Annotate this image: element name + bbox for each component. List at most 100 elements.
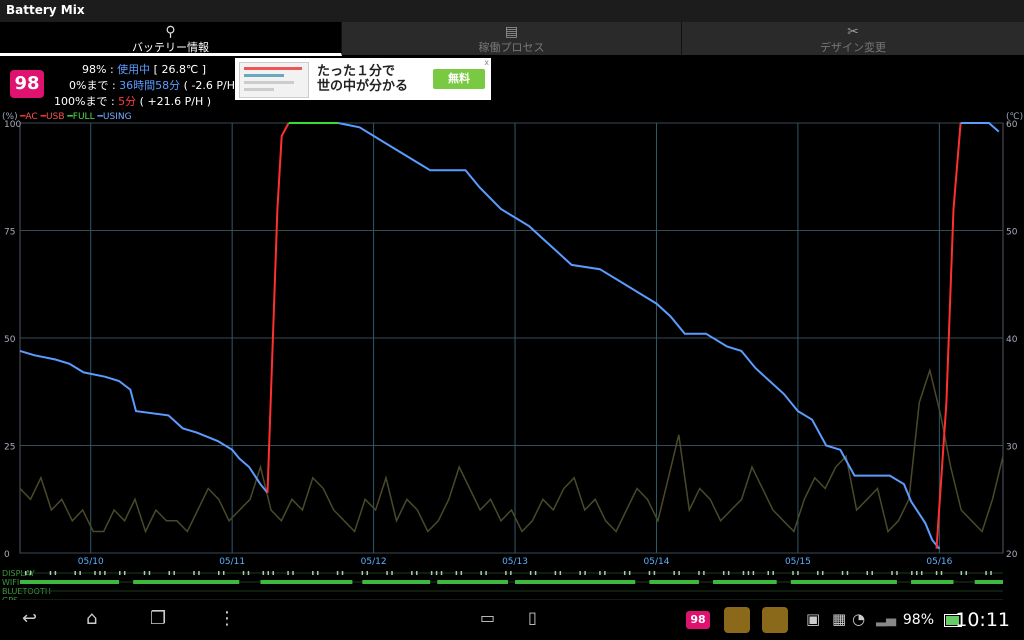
display-activity-mark xyxy=(104,571,106,575)
window-icon[interactable]: ▭ xyxy=(480,608,495,627)
wifi-activity-bar xyxy=(515,580,636,584)
ad-close-icon[interactable]: x xyxy=(484,58,489,67)
signal-icon: ▂▄ xyxy=(876,612,896,627)
x-tick-label: 05/13 xyxy=(502,557,528,567)
wifi-icon: ◔ xyxy=(852,610,866,628)
ad-text: たった１分で 世の中が分かる xyxy=(317,64,408,94)
display-activity-mark xyxy=(920,571,923,575)
display-activity-mark xyxy=(411,571,413,575)
level-percent: 98% : xyxy=(82,63,114,76)
ad-line-1: たった１分で xyxy=(317,64,396,79)
display-activity-mark xyxy=(119,571,121,575)
display-activity-mark xyxy=(341,571,344,575)
wifi-activity-bar xyxy=(20,580,120,584)
battery-status: 98% : 使用中 [ 26.8℃ ] 0%まで : 36時間58分 ( -2.… xyxy=(54,62,243,110)
display-activity-mark xyxy=(123,571,126,575)
phone-icon[interactable]: ▯ xyxy=(528,608,537,627)
ad-free-button[interactable]: 無料 xyxy=(433,69,485,89)
app-notification-icon[interactable] xyxy=(762,607,788,633)
display-activity-mark xyxy=(673,571,675,575)
display-activity-mark xyxy=(767,571,770,575)
y-tick-label-left: 25 xyxy=(4,443,15,453)
display-activity-mark xyxy=(727,571,730,575)
display-activity-mark xyxy=(871,571,873,575)
temperature-line xyxy=(19,367,1004,534)
battery-percent: 98% xyxy=(902,612,934,628)
y-tick-label-left: 0 xyxy=(4,550,10,560)
x-tick-label: 05/12 xyxy=(361,557,387,567)
display-activity-mark xyxy=(287,571,289,575)
display-activity-mark xyxy=(529,571,532,575)
tab-design[interactable]: ✂ デザイン変更 xyxy=(682,22,1024,55)
to-empty-rate: ( -2.6 P/H ) xyxy=(183,79,243,92)
display-activity-mark xyxy=(846,571,849,575)
display-activity-mark xyxy=(435,571,438,575)
display-activity-mark xyxy=(485,571,487,575)
charge-state: 使用中 xyxy=(117,63,151,76)
ad-line-2: 世の中が分かる xyxy=(317,79,409,94)
display-activity-mark xyxy=(797,571,799,575)
display-activity-mark xyxy=(361,571,364,575)
y-tick-label-right: 30 xyxy=(1006,443,1018,453)
wifi-activity-bar xyxy=(974,580,1003,584)
wifi-activity-bar xyxy=(362,580,431,584)
display-activity-mark xyxy=(391,571,393,575)
to-full-time: 5分 xyxy=(118,95,137,108)
display-activity-mark xyxy=(143,571,146,575)
tab-bar: ⚲ バッテリー情報 ▤ 稼働プロセス ✂ デザイン変更 xyxy=(0,22,1024,56)
menu-dots-icon[interactable]: ⋮ xyxy=(218,608,236,629)
ad-banner[interactable]: たった１分で 世の中が分かる 無料 x xyxy=(235,58,491,100)
app-notification-icon[interactable] xyxy=(724,607,750,633)
display-activity-mark xyxy=(722,571,725,575)
to-full-rate: ( +21.6 P/H ) xyxy=(139,95,212,108)
location-pin-icon: ⚲ xyxy=(165,24,176,40)
activity-row-label: WIFI xyxy=(2,578,19,587)
title-bar: Battery Mix xyxy=(0,0,1024,23)
y-tick-label-right: 20 xyxy=(1006,550,1018,560)
display-activity-mark xyxy=(916,571,918,575)
display-activity-mark xyxy=(440,571,443,575)
battery-temperature: [ 26.8℃ ] xyxy=(153,63,207,76)
display-activity-mark xyxy=(460,571,463,575)
display-activity-mark xyxy=(505,571,507,575)
display-activity-mark xyxy=(480,571,482,575)
y-tick-label-right: 60 xyxy=(1006,120,1018,130)
display-activity-mark xyxy=(960,571,963,575)
tab-battery-info[interactable]: ⚲ バッテリー情報 xyxy=(0,22,342,56)
display-activity-mark xyxy=(911,571,913,575)
display-activity-mark xyxy=(891,571,893,575)
battery-notification-badge[interactable]: 98 xyxy=(686,611,710,629)
display-activity-mark xyxy=(623,571,626,575)
battery-history-chart: 100 60 75 50 50 40 25 30 0 20 05/10 05/11 05/12 05/13… xyxy=(2,120,1018,600)
display-activity-mark xyxy=(584,571,586,575)
battery-level-badge: 98 xyxy=(10,70,44,98)
series-line-ac xyxy=(266,122,290,493)
wifi-activity-bar xyxy=(649,580,699,584)
y-tick-label-left: 75 xyxy=(4,228,15,238)
display-activity-mark xyxy=(554,571,557,575)
display-activity-mark xyxy=(242,571,245,575)
tab-label: バッテリー情報 xyxy=(132,41,209,54)
sim-icon: ▦ xyxy=(832,610,847,628)
display-activity-mark xyxy=(772,571,774,575)
y-tick-label-right: 50 xyxy=(1006,228,1018,238)
display-activity-mark xyxy=(168,571,171,575)
series-line-ac xyxy=(935,122,962,549)
display-activity-mark xyxy=(386,571,388,575)
tab-processes[interactable]: ▤ 稼働プロセス xyxy=(342,22,682,55)
home-icon[interactable]: ⌂ xyxy=(86,608,97,629)
x-tick-label: 05/14 xyxy=(644,557,670,567)
display-activity-mark xyxy=(742,571,745,575)
display-activity-mark xyxy=(510,571,512,575)
display-activity-mark xyxy=(747,571,750,575)
document-icon: ▤ xyxy=(504,24,519,40)
display-activity-mark xyxy=(416,571,418,575)
display-activity-mark xyxy=(579,571,581,575)
display-activity-mark xyxy=(792,571,794,575)
display-activity-mark xyxy=(267,571,270,575)
back-icon[interactable]: ↩ xyxy=(22,608,37,629)
series-line-using xyxy=(960,122,1000,133)
store-icon: ▣ xyxy=(806,610,821,628)
recent-apps-icon[interactable]: ❐ xyxy=(150,608,166,629)
display-activity-mark xyxy=(604,571,606,575)
